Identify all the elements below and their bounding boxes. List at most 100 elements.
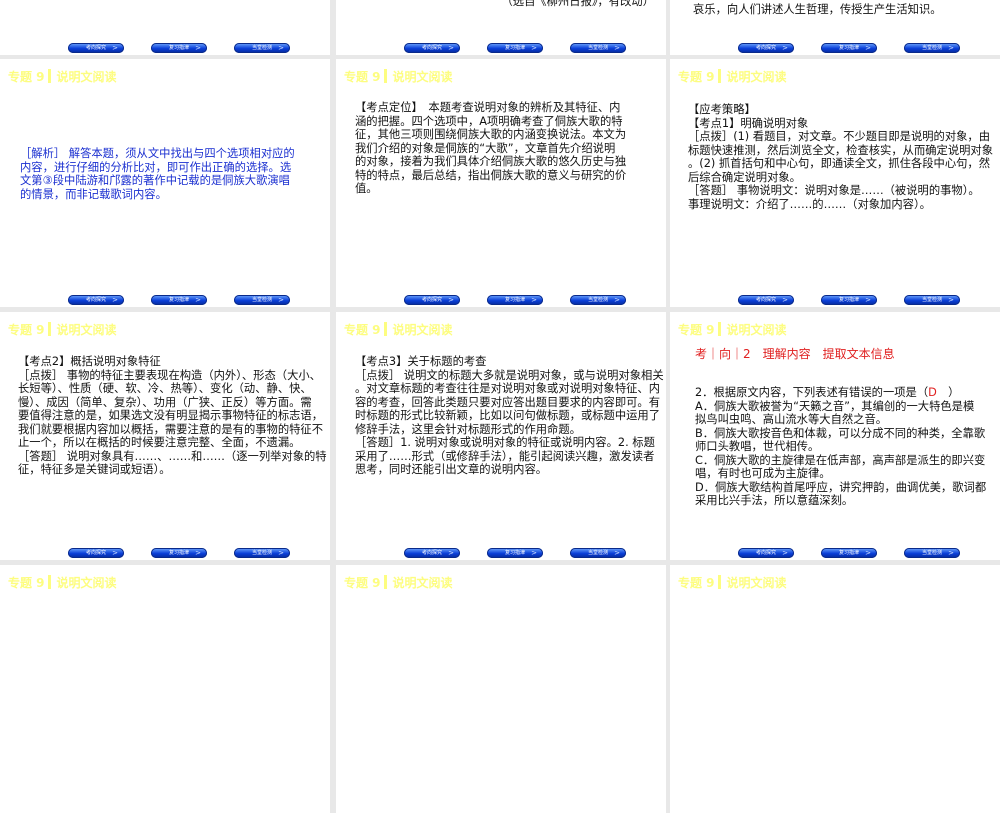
topic-label: 专题 9 — [678, 323, 715, 337]
slide: 【考点3】关于标题的考查 ［点拨］ 说明文的标题大多就是说明对象，或与说明对象相关… — [336, 312, 666, 560]
text-line: D．侗族大歌结构首尾呼应，讲究押韵，曲调优美，歌词都 — [695, 480, 987, 494]
exam-direction-button[interactable]: 考向探究 > — [404, 295, 460, 305]
button-label: 复习指津 — [838, 45, 859, 51]
review-guide-button[interactable]: 复习指津 > — [821, 295, 877, 305]
button-label: 当堂检测 — [587, 297, 608, 303]
slide-header: 专题 9 说明文阅读 — [344, 321, 453, 338]
button-label: 当堂检测 — [921, 550, 942, 556]
topic-label: 专题 9 — [8, 70, 45, 84]
text-line: 标题快速推测，然后浏览全文，检查核实，从而确定说明对象 — [688, 143, 994, 157]
review-guide-button[interactable]: 复习指津 > — [487, 295, 543, 305]
review-guide-button[interactable]: 复习指津 > — [821, 548, 877, 558]
arrow-right-icon: > — [782, 296, 788, 304]
slide: （选自《柳州日报》，有改动） 考向探究 > 复习指津 > 当堂检测 > — [336, 0, 666, 55]
answer-letter: D — [928, 386, 937, 399]
arrow-right-icon: > — [948, 296, 954, 304]
exam-direction-button[interactable]: 考向探究 > — [68, 548, 124, 558]
text-line: 的对象，接着为我们具体介绍侗族大歌的悠久历史与独 — [355, 155, 627, 168]
class-test-button[interactable]: 当堂检测 > — [570, 548, 626, 558]
stem-text: 2．根据原文内容，下列表述有错误的一项是（ — [695, 386, 929, 399]
review-guide-button[interactable]: 复习指津 > — [151, 548, 207, 558]
text-line: ［点拨］ 事物的特征主要表现在构造（内外）、形态（大小、 — [18, 368, 321, 382]
slide: 专题 9 说明文阅读 — [670, 565, 1000, 813]
text-line: ［答题］1. 说明对象或说明对象的特征或说明内容。2. 标题 — [355, 436, 655, 449]
exam-direction-button[interactable]: 考向探究 > — [738, 295, 794, 305]
class-test-button[interactable]: 当堂检测 > — [570, 295, 626, 305]
class-test-button[interactable]: 当堂检测 > — [234, 548, 290, 558]
review-guide-button[interactable]: 复习指津 > — [821, 43, 877, 53]
button-label: 当堂检测 — [251, 45, 272, 51]
slide-text: 哀乐，向人们讲述人生哲理，传授生产生活知识。 — [693, 3, 942, 17]
topic-title: 说明文阅读 — [726, 70, 787, 84]
slide: 考向探究 > 复习指津 > 当堂检测 > — [0, 0, 330, 55]
slide-header: 专题 9 说明文阅读 — [8, 574, 117, 591]
arrow-right-icon: > — [195, 296, 201, 304]
arrow-right-icon: > — [112, 549, 118, 557]
text-line: 内容，进行仔细的分析比对，即可作出正确的选择。选 — [20, 160, 292, 174]
button-label: 复习指津 — [168, 45, 189, 51]
button-label: 当堂检测 — [587, 45, 608, 51]
question-block: 2．根据原文内容，下列表述有错误的一项是（D ） A．侗族大歌被誉为“天籁之音”… — [695, 386, 986, 508]
arrow-right-icon: > — [195, 549, 201, 557]
text-line: ［点拨］ 说明文的标题大多就是说明对象，或与说明对象相关 — [355, 368, 664, 382]
class-test-button[interactable]: 当堂检测 > — [234, 295, 290, 305]
slide: 专题 9 说明文阅读 — [0, 565, 330, 813]
topic-title: 说明文阅读 — [392, 576, 453, 590]
button-label: 考向探究 — [755, 297, 776, 303]
exam-direction-button[interactable]: 考向探究 > — [68, 43, 124, 53]
analysis-text: ［解析］ 解答本题，须从文中找出与四个选项相对应的 内容，进行仔细的分析比对，即可… — [20, 147, 295, 201]
button-label: 复习指津 — [504, 45, 525, 51]
topic-label: 专题 9 — [344, 576, 381, 590]
question-options: A．侗族大歌被誉为“天籁之音”，其编创的一大特色是模 拟鸟叫虫鸣、高山流水等大自然… — [695, 400, 986, 508]
button-label: 当堂检测 — [921, 45, 942, 51]
arrow-right-icon: > — [448, 44, 454, 52]
exam-direction-button[interactable]: 考向探究 > — [404, 548, 460, 558]
class-test-button[interactable]: 当堂检测 > — [570, 43, 626, 53]
slide: 考｜向｜2 理解内容 提取文本信息 2．根据原文内容，下列表述有错误的一项是（D… — [670, 312, 1000, 560]
text-line: A．侗族大歌被誉为“天籁之音”，其编创的一大特色是模 — [695, 399, 975, 413]
review-guide-button[interactable]: 复习指津 > — [151, 295, 207, 305]
text-line: ［解析］ 解答本题，须从文中找出与四个选项相对应的 — [20, 147, 295, 160]
class-test-button[interactable]: 当堂检测 > — [904, 295, 960, 305]
button-label: 复习指津 — [838, 297, 859, 303]
exam-direction-button[interactable]: 考向探究 > — [68, 295, 124, 305]
class-test-button[interactable]: 当堂检测 > — [904, 548, 960, 558]
button-label: 考向探究 — [85, 45, 106, 51]
slide: 【应考策略】 【考点1】明确说明对象 ［点拨］(1) 看题目，对文章。不少题目即是说… — [670, 59, 1000, 307]
text-line: 的情景，而非记载歌词内容。 — [20, 187, 167, 201]
strategy-text: 【应考策略】 【考点1】明确说明对象 ［点拨］(1) 看题目，对文章。不少题目即是说… — [688, 103, 993, 211]
slide-header: 专题 9 说明文阅读 — [8, 68, 117, 85]
text-line: ［点拨］(1) 看题目，对文章。不少题目即是说明的对象，由 — [688, 130, 991, 143]
arrow-right-icon: > — [948, 44, 954, 52]
text-line: 容的考查，回答此类题只要对应答出题目要求的内容即可。有 — [355, 395, 661, 409]
button-label: 考向探究 — [421, 297, 442, 303]
class-test-button[interactable]: 当堂检测 > — [904, 43, 960, 53]
slide-header: 专题 9 说明文阅读 — [678, 321, 787, 338]
topic-label: 专题 9 — [678, 576, 715, 590]
text-line: 。对文章标题的考查往往是对说明对象或对说明对象特征、内 — [355, 382, 661, 395]
review-guide-button[interactable]: 复习指津 > — [151, 43, 207, 53]
text-line: 采用比兴手法，所以意蕴深刻。 — [695, 494, 854, 507]
text-line: ［答题］ 说明对象具有……、……和……（逐一列举对象的特 — [18, 449, 327, 463]
review-guide-button[interactable]: 复习指津 > — [487, 43, 543, 53]
class-test-button[interactable]: 当堂检测 > — [234, 43, 290, 53]
source-note: （选自《柳州日报》，有改动） — [501, 0, 654, 8]
text-line: 要值得注意的是，如果选文没有明显揭示事物特征的标志语， — [18, 409, 324, 422]
button-label: 复习指津 — [168, 297, 189, 303]
exam-direction-button[interactable]: 考向探究 > — [738, 43, 794, 53]
exam-direction-button[interactable]: 考向探究 > — [738, 548, 794, 558]
arrow-right-icon: > — [865, 549, 871, 557]
slide-header: 专题 9 说明文阅读 — [678, 68, 787, 85]
review-guide-button[interactable]: 复习指津 > — [487, 548, 543, 558]
text-line: 文第③段中陆游和邝露的著作中记载的是侗族大歌演唱 — [20, 174, 290, 187]
text-line: 我们就要根据内容加以概括，需要注意的是有的事物的特征不 — [18, 422, 324, 436]
topic-title: 说明文阅读 — [392, 323, 453, 337]
exam-direction-button[interactable]: 考向探究 > — [404, 43, 460, 53]
text-line: 。(2) 抓首括句和中心句，即通读全文，抓住各段中心句，然 — [688, 157, 991, 170]
slide: 【考点2】概括说明对象特征 ［点拨］ 事物的特征主要表现在构造（内外）、形态（大小… — [0, 312, 330, 560]
text-line: 止一个，所以在概括的时候要注意完整、全面，不遗漏。 — [18, 436, 301, 449]
slide-header: 专题 9 说明文阅读 — [344, 68, 453, 85]
header-divider — [383, 575, 387, 589]
text-line: 师口头教唱，世代相传。 — [695, 440, 820, 453]
button-label: 当堂检测 — [251, 550, 272, 556]
